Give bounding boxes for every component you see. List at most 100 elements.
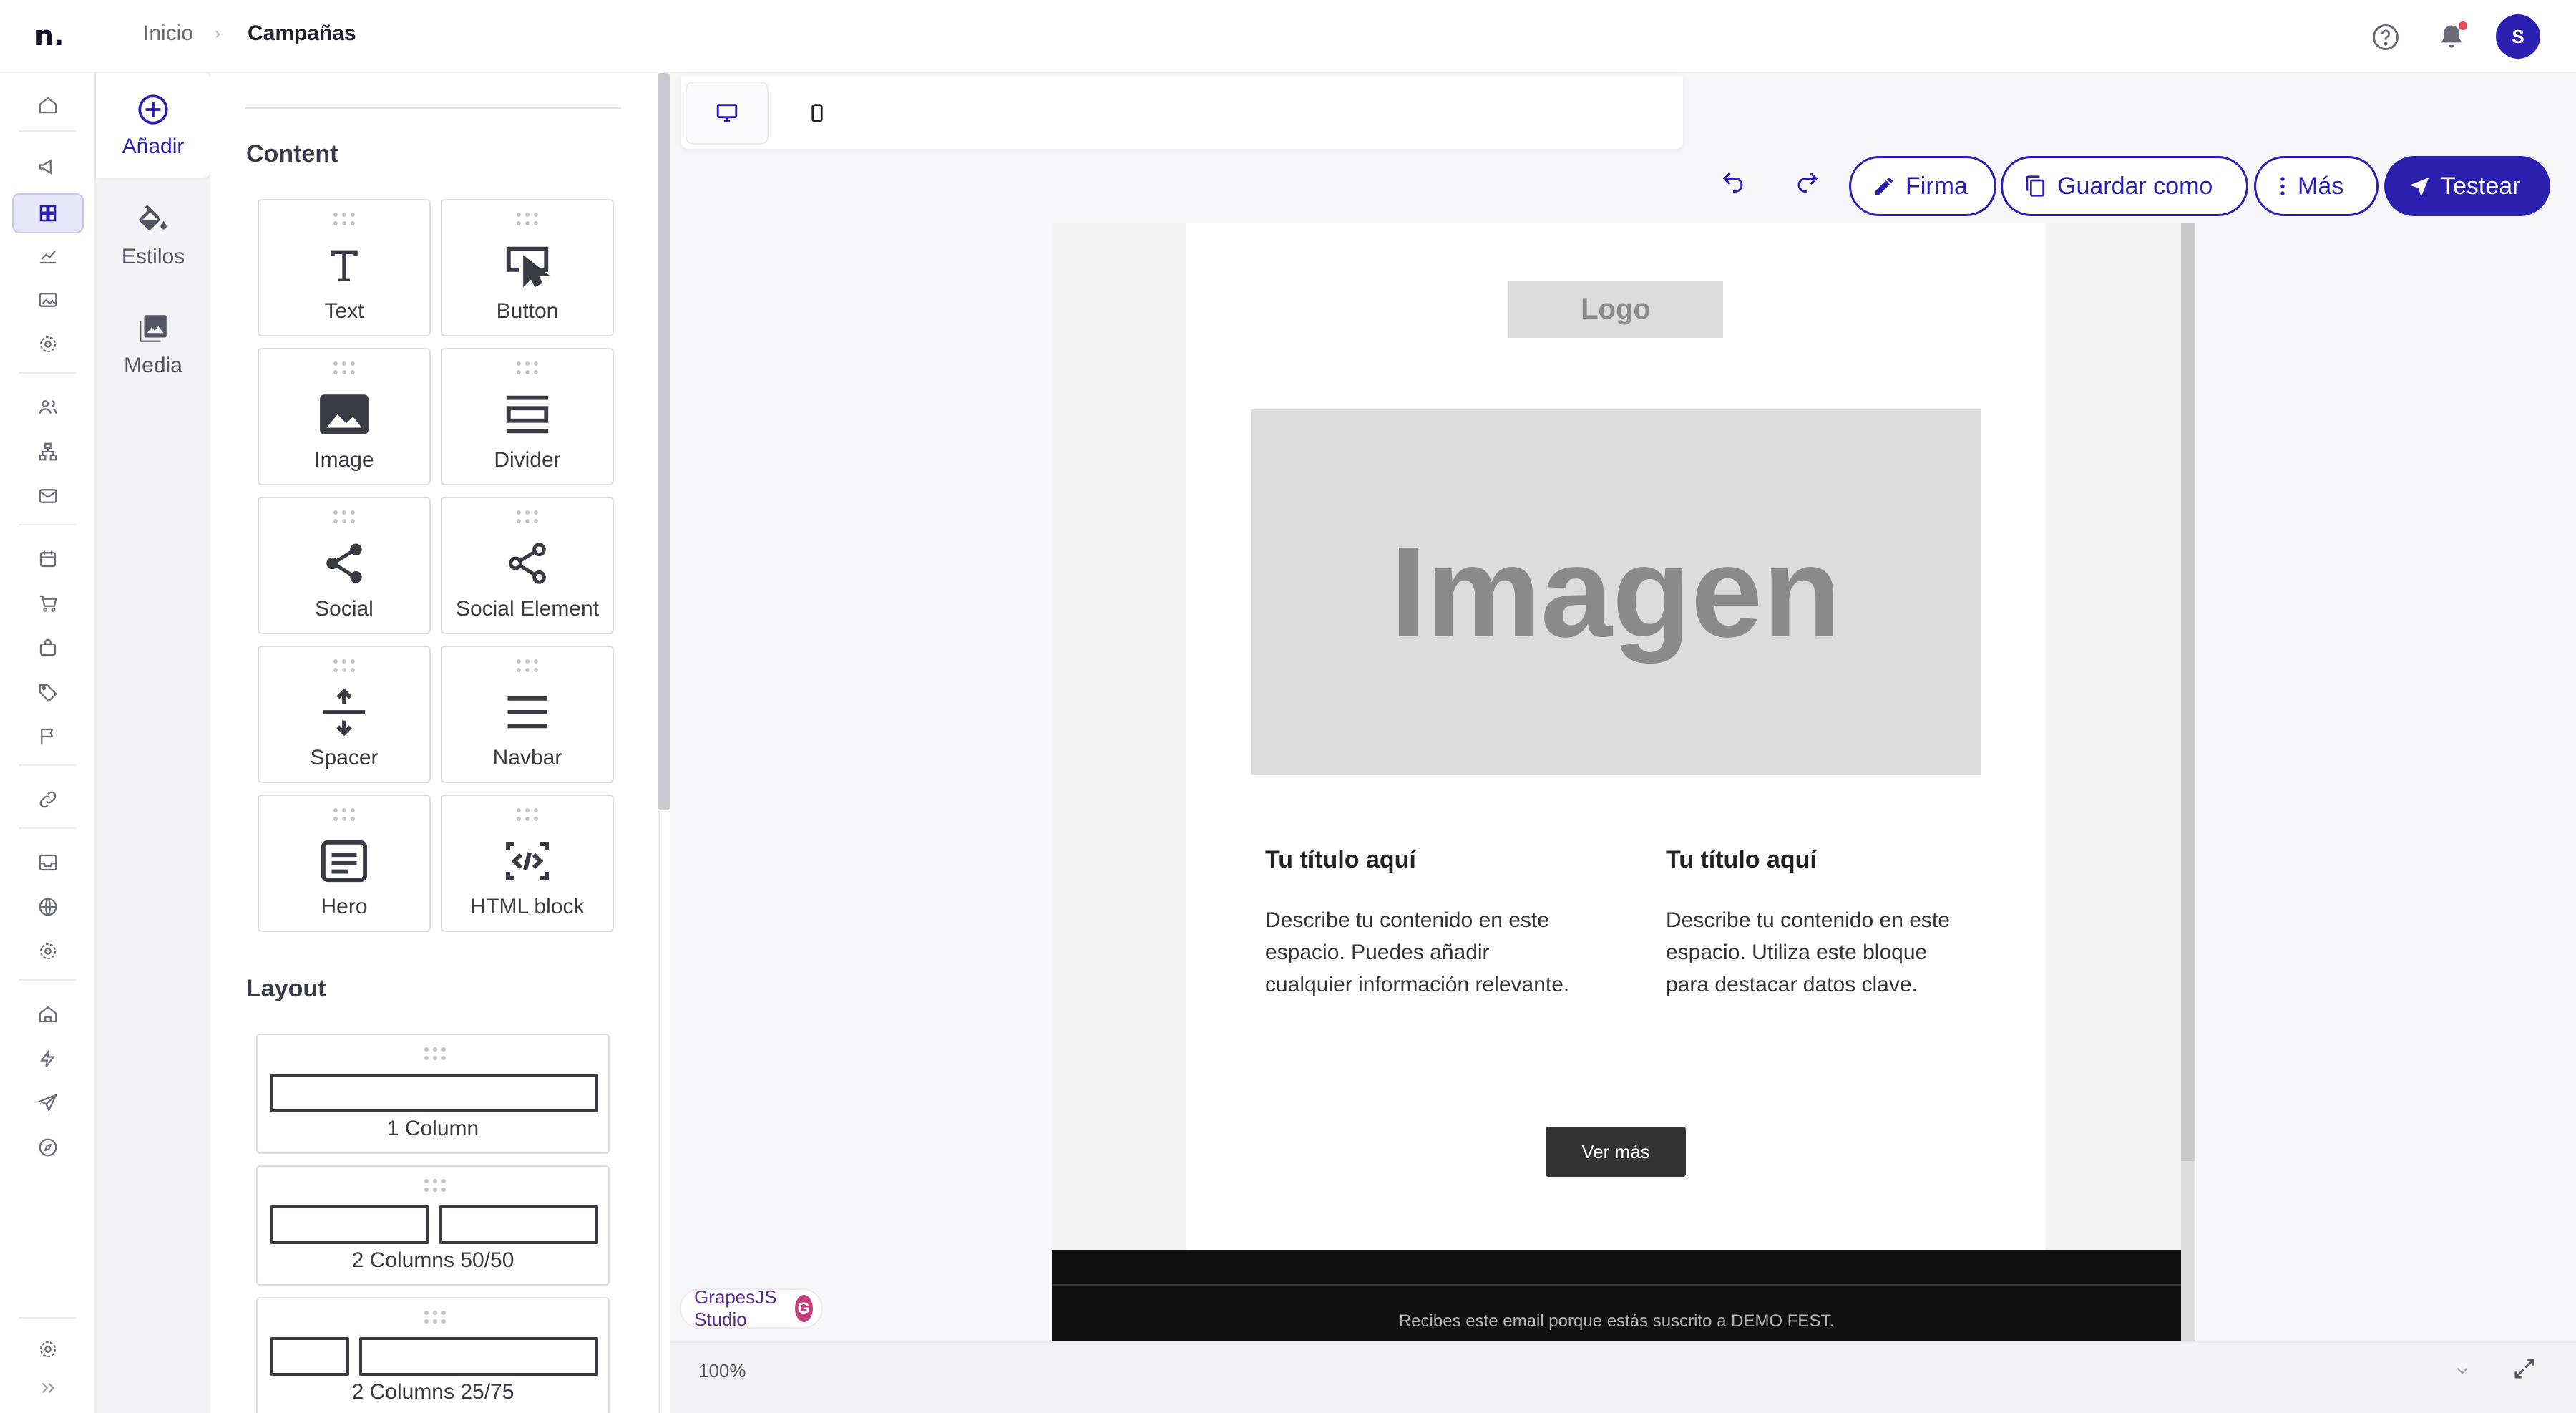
layout-column-shape <box>270 1205 429 1244</box>
redo-icon[interactable] <box>1795 169 1820 195</box>
rail-divider <box>19 1317 76 1319</box>
inbox-icon[interactable] <box>31 846 64 879</box>
cart-icon[interactable] <box>31 587 64 620</box>
drag-handle-icon[interactable] <box>327 657 361 674</box>
email-cta-button[interactable]: Ver más <box>1546 1127 1686 1177</box>
bag-icon[interactable] <box>31 631 64 664</box>
gallery-icon[interactable] <box>31 283 64 316</box>
tab-estilos[interactable]: Estilos <box>96 183 210 288</box>
drag-handle-icon[interactable] <box>327 359 361 377</box>
email-hero-image-placeholder[interactable]: Imagen <box>1251 409 1981 775</box>
panel-divider <box>245 107 621 109</box>
contacts-icon[interactable] <box>31 391 64 424</box>
left-nav-rail <box>0 73 96 1413</box>
grapesjs-studio-badge[interactable]: GrapesJS Studio G <box>680 1286 823 1330</box>
mail-icon[interactable] <box>31 480 64 513</box>
block-hero[interactable]: Hero <box>258 795 431 932</box>
rail-divider <box>19 372 76 374</box>
testear-button[interactable]: Testear <box>2384 156 2550 216</box>
layout-column-shape <box>359 1337 598 1376</box>
paint-bucket-icon <box>135 202 171 238</box>
block-navbar[interactable]: Navbar <box>441 646 614 783</box>
block-label: 1 Column <box>386 1117 479 1140</box>
chart-icon[interactable] <box>31 239 64 272</box>
block-image[interactable]: Image <box>258 348 431 485</box>
expand-chevrons-icon[interactable] <box>31 1371 64 1404</box>
top-header: n. Inicio › Campañas S <box>0 0 2576 73</box>
mas-button[interactable]: Más <box>2254 156 2379 216</box>
flag-icon[interactable] <box>31 720 64 753</box>
brand-logo[interactable]: n. <box>34 20 64 52</box>
drag-handle-icon[interactable] <box>418 1308 452 1326</box>
drag-handle-icon[interactable] <box>327 210 361 228</box>
firma-button[interactable]: Firma <box>1849 156 1996 216</box>
layout-1-column[interactable]: 1 Column <box>256 1034 610 1154</box>
preview-scrollbar[interactable] <box>2181 223 2195 1161</box>
email-column-left[interactable]: Tu título aquí Describe tu contenido en … <box>1265 846 1573 1001</box>
drag-handle-icon[interactable] <box>510 806 545 823</box>
pencil-icon <box>1873 175 1896 198</box>
email-column-right[interactable]: Tu título aquí Describe tu contenido en … <box>1666 846 1974 1001</box>
avatar[interactable]: S <box>2496 14 2540 59</box>
block-social-element[interactable]: Social Element <box>441 497 614 634</box>
send-icon[interactable] <box>31 1087 64 1120</box>
templates-grid-icon[interactable] <box>12 193 84 233</box>
drag-handle-icon[interactable] <box>418 1177 452 1194</box>
mobile-view-button[interactable] <box>776 82 859 145</box>
lightning-icon[interactable] <box>31 1042 64 1075</box>
compass-icon[interactable] <box>31 1131 64 1164</box>
block-spacer[interactable]: Spacer <box>258 646 431 783</box>
desktop-view-button[interactable] <box>686 82 769 145</box>
email-column-text: Describe tu contenido en este espacio. P… <box>1265 908 1570 996</box>
block-label: Social <box>315 597 374 621</box>
block-social[interactable]: Social <box>258 497 431 634</box>
settings-icon[interactable] <box>31 328 64 361</box>
layout-2-columns-50-50[interactable]: 2 Columns 50/50 <box>256 1165 610 1286</box>
panel-scrollbar[interactable] <box>658 73 670 810</box>
undo-icon[interactable] <box>1720 169 1746 195</box>
rail-divider <box>19 827 76 829</box>
image-gallery-icon <box>135 311 171 346</box>
drag-handle-icon[interactable] <box>510 508 545 525</box>
drag-handle-icon[interactable] <box>327 508 361 525</box>
link-icon[interactable] <box>31 783 64 816</box>
rail-divider <box>19 764 76 766</box>
tag-icon[interactable] <box>31 676 64 709</box>
block-divider[interactable]: Divider <box>441 348 614 485</box>
tab-media[interactable]: Media <box>96 292 210 397</box>
cog-icon[interactable] <box>31 935 64 968</box>
hierarchy-icon[interactable] <box>31 435 64 468</box>
block-label: HTML block <box>470 895 585 918</box>
drag-handle-icon[interactable] <box>418 1045 452 1062</box>
calendar-icon[interactable] <box>31 543 64 576</box>
editor-side-tabs: Añadir Estilos Media <box>96 73 210 1413</box>
breadcrumb-home[interactable]: Inicio <box>143 21 193 46</box>
block-text[interactable]: Text <box>258 199 431 336</box>
guardar-como-button[interactable]: Guardar como <box>2001 156 2248 216</box>
divider-icon <box>502 388 552 441</box>
drag-handle-icon[interactable] <box>510 657 545 674</box>
block-button[interactable]: Button <box>441 199 614 336</box>
layout-column-shape <box>270 1074 598 1112</box>
email-logo-placeholder[interactable]: Logo <box>1508 281 1723 338</box>
tab-label: Añadir <box>122 135 185 158</box>
layout-2-columns-25-75[interactable]: 2 Columns 25/75 <box>256 1297 610 1413</box>
drag-handle-icon[interactable] <box>510 359 545 377</box>
block-label: Button <box>496 299 559 323</box>
email-column-title: Tu título aquí <box>1265 846 1416 873</box>
email-footer: Recibes este email porque estás suscrito… <box>1052 1250 2181 1341</box>
building-icon[interactable] <box>31 998 64 1031</box>
megaphone-icon[interactable] <box>31 150 64 183</box>
block-label: 2 Columns 25/75 <box>351 1380 514 1404</box>
drag-handle-icon[interactable] <box>327 806 361 823</box>
block-html[interactable]: HTML block <box>441 795 614 932</box>
gear-icon[interactable] <box>31 1333 64 1366</box>
plus-circle-icon <box>135 92 171 127</box>
drag-handle-icon[interactable] <box>510 210 545 228</box>
tab-anadir[interactable]: Añadir <box>96 73 210 178</box>
email-preview-frame: Logo Imagen Tu título aquí Describe tu c… <box>1052 223 2197 1341</box>
globe-icon[interactable] <box>31 890 64 923</box>
home-icon[interactable] <box>31 89 64 122</box>
help-icon[interactable] <box>2370 21 2401 53</box>
code-icon <box>502 835 553 888</box>
